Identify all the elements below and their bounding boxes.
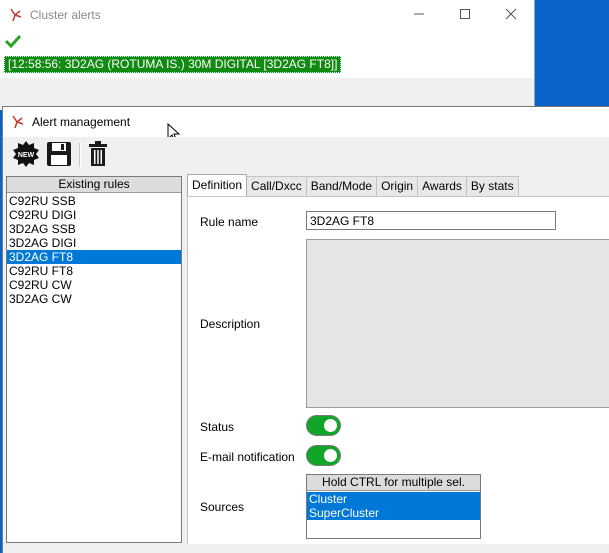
rule-item[interactable]: C92RU CW [7, 278, 181, 292]
rules-list-header: Existing rules [7, 177, 181, 193]
alert-management-titlebar[interactable]: Alert management [3, 107, 609, 143]
rule-item[interactable]: C92RU SSB [7, 194, 181, 208]
email-notification-label: E-mail notification [200, 450, 295, 464]
rule-item[interactable]: C92RU FT8 [7, 264, 181, 278]
delete-icon [88, 140, 108, 170]
sources-label: Sources [200, 500, 245, 514]
tab-by-stats[interactable]: By stats [465, 176, 519, 196]
description-textarea[interactable] [306, 239, 609, 408]
new-rule-icon: NEW [12, 140, 40, 171]
rule-item[interactable]: 3D2AG CW [7, 292, 181, 306]
source-item-cluster[interactable]: Cluster [307, 492, 480, 506]
save-icon [46, 141, 72, 170]
delete-button[interactable] [83, 140, 113, 170]
sources-list: Cluster SuperCluster [307, 492, 480, 520]
maximize-icon [459, 7, 471, 23]
minimize-icon [413, 7, 425, 23]
app-icon [11, 115, 25, 129]
sources-header: Hold CTRL for multiple sel. [307, 475, 480, 491]
tab-awards[interactable]: Awards [417, 176, 467, 196]
status-toggle[interactable] [306, 415, 341, 436]
window-title: Alert management [32, 115, 131, 129]
toggle-knob [324, 449, 337, 462]
alert-entry[interactable]: [12:58:56: 3D2AG (ROTUMA IS.) 30M DIGITA… [4, 56, 342, 73]
minimize-button[interactable] [396, 0, 442, 30]
tab-bar: Definition Call/Dxcc Band/Mode Origin Aw… [187, 174, 519, 196]
tab-definition[interactable]: Definition [187, 174, 248, 196]
check-icon [4, 34, 22, 49]
close-icon [505, 7, 517, 23]
window-title: Cluster alerts [30, 8, 101, 22]
definition-panel: Rule name 3D2AG FT8 Description Status E… [187, 196, 609, 544]
toggle-knob [324, 419, 337, 432]
tab-band-mode[interactable]: Band/Mode [305, 176, 378, 196]
description-label: Description [200, 317, 261, 331]
rules-list-panel: Existing rules C92RU SSB C92RU DIGI 3D2A… [6, 176, 182, 543]
close-button[interactable] [488, 0, 534, 30]
app-icon [9, 8, 23, 22]
rule-item[interactable]: 3D2AG SSB [7, 222, 181, 236]
alert-management-window: Alert management NEW Existing rules C92R… [2, 106, 609, 553]
svg-text:NEW: NEW [18, 152, 35, 159]
toolbar: NEW [3, 137, 609, 173]
sources-listbox[interactable]: Hold CTRL for multiple sel. Cluster Supe… [306, 474, 481, 539]
source-item-supercluster[interactable]: SuperCluster [307, 506, 480, 520]
save-button[interactable] [44, 140, 74, 170]
rule-item[interactable]: C92RU DIGI [7, 208, 181, 222]
rule-name-input[interactable]: 3D2AG FT8 [306, 211, 556, 230]
cluster-alerts-window: Cluster alerts [12:58:56: 3D2AG (ROTUMA … [0, 0, 535, 110]
cluster-alerts-titlebar[interactable]: Cluster alerts [0, 0, 534, 30]
rule-item-selected[interactable]: 3D2AG FT8 [7, 250, 181, 264]
maximize-button[interactable] [442, 0, 488, 30]
tab-origin[interactable]: Origin [376, 176, 419, 196]
tab-call-dxcc[interactable]: Call/Dxcc [246, 176, 307, 196]
new-rule-button[interactable]: NEW [11, 140, 41, 170]
email-notification-toggle[interactable] [306, 445, 341, 466]
rule-item[interactable]: 3D2AG DIGI [7, 236, 181, 250]
rules-list: C92RU SSB C92RU DIGI 3D2AG SSB 3D2AG DIG… [7, 194, 181, 306]
status-label: Status [200, 420, 235, 434]
toolbar-separator [79, 143, 81, 167]
rule-name-label: Rule name [200, 215, 259, 229]
